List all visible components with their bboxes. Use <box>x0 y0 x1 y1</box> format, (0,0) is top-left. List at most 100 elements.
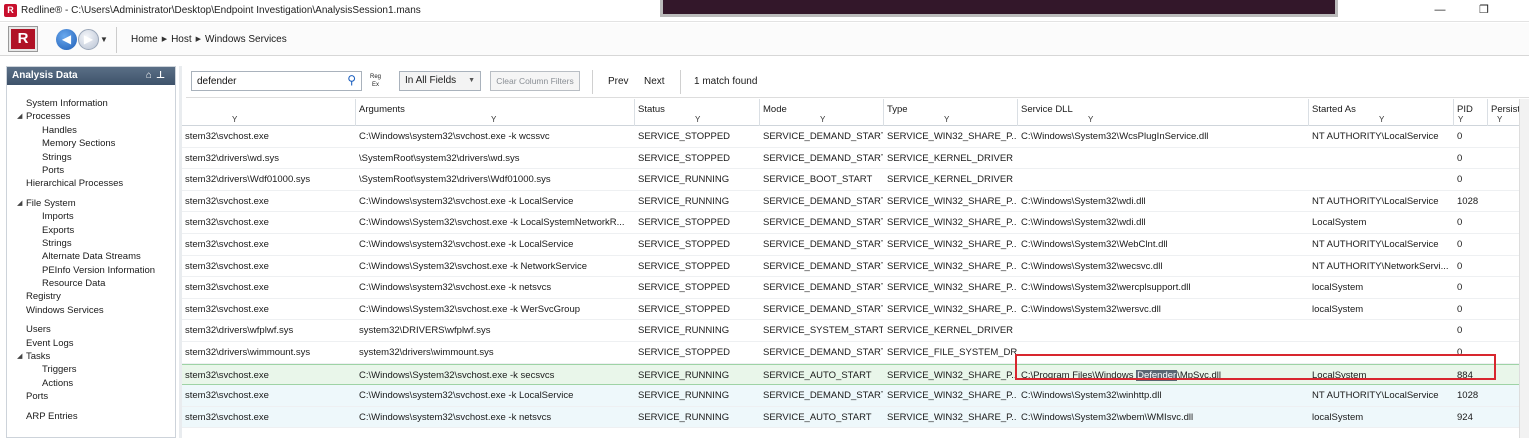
table-row[interactable]: stem32\drivers\wd.sys \SystemRoot\system3… <box>182 148 1529 170</box>
sidebar-item-arp-entries[interactable]: ARP Entries <box>7 410 175 423</box>
next-match-button[interactable]: Next <box>644 76 665 87</box>
table-cell: system32\drivers\wimmount.sys <box>359 347 494 358</box>
table-cell: C:\Windows\System32\svchost.exe -k Netwo… <box>359 260 588 272</box>
sidebar-item-label: Event Logs <box>26 337 74 349</box>
column-filter-icon[interactable]: Y <box>820 115 825 124</box>
column-header[interactable]: Type Y <box>884 99 1018 126</box>
home-icon[interactable]: ⌂ <box>146 70 156 81</box>
table-row[interactable]: stem32\drivers\wfplwf.sys system32\DRIVER… <box>182 320 1529 342</box>
expand-toggle-icon[interactable]: ◢ <box>17 110 22 123</box>
table-cell: localSystem <box>1312 282 1364 294</box>
sidebar-item-label: Processes <box>26 111 71 123</box>
table-row[interactable]: stem32\svchost.exe C:\Windows\system32\sv… <box>182 406 1529 429</box>
table-cell: localSystem <box>1312 411 1364 423</box>
breadcrumb-host[interactable]: Host <box>171 34 192 45</box>
column-filter-icon[interactable]: Y <box>1088 115 1093 124</box>
column-filter-icon[interactable]: Y <box>1497 115 1502 124</box>
sidebar-item-memory-sections[interactable]: Memory Sections <box>7 137 175 150</box>
column-filter-icon[interactable]: Y <box>944 115 949 124</box>
table-cell <box>1021 169 1308 190</box>
search-icon[interactable]: ⚲ <box>347 73 356 87</box>
search-field[interactable]: ⚲ <box>191 71 362 91</box>
sidebar-item-processes[interactable]: ◢ Processes <box>7 110 175 123</box>
column-header[interactable]: PID Y <box>1454 99 1488 126</box>
expand-toggle-icon[interactable]: ◢ <box>17 197 22 210</box>
clear-column-filters-button[interactable]: Clear Column Filters <box>490 71 580 91</box>
prev-match-button[interactable]: Prev <box>608 76 629 87</box>
redline-app-icon: R <box>4 4 17 17</box>
sidebar-item-exports[interactable]: Exports <box>7 224 175 237</box>
minimize-button[interactable]: — <box>1425 2 1455 19</box>
table-row[interactable]: stem32\svchost.exe C:\Windows\system32\sv… <box>182 277 1529 299</box>
column-filter-icon[interactable]: Y <box>491 115 496 124</box>
sidebar-item-event-logs[interactable]: Event Logs <box>7 337 175 350</box>
sidebar-item-handles[interactable]: Handles <box>7 124 175 137</box>
sidebar-item-label: PEInfo Version Information <box>42 264 156 276</box>
column-header[interactable]: Started As Y <box>1309 99 1454 126</box>
sidebar-item-strings[interactable]: Strings <box>7 237 175 250</box>
breadcrumb-windows-services[interactable]: Windows Services <box>205 34 287 45</box>
redline-logo-icon[interactable]: R <box>9 27 37 51</box>
sidebar-item-users[interactable]: Users <box>7 323 175 336</box>
table-cell: SERVICE_RUNNING <box>638 195 730 207</box>
regex-toggle[interactable]: Reg Ex <box>370 73 381 89</box>
column-filter-icon[interactable]: Y <box>1379 115 1384 124</box>
table-row[interactable]: stem32\svchost.exe C:\Windows\system32\sv… <box>182 234 1529 256</box>
column-header[interactable]: Mode Y <box>760 99 884 126</box>
sidebar-item-tasks[interactable]: ◢ Tasks <box>7 350 175 363</box>
breadcrumb-home[interactable]: Home <box>131 34 158 45</box>
table-row[interactable]: stem32\drivers\Wdf01000.sys \SystemRoot\s… <box>182 169 1529 191</box>
expand-toggle-icon[interactable]: ◢ <box>17 350 22 363</box>
history-dropdown-icon[interactable]: ▼ <box>100 35 108 44</box>
pin-icon[interactable]: ⊥ <box>156 70 169 81</box>
column-header[interactable]: Arguments Y <box>356 99 635 126</box>
field-scope-select[interactable]: In All Fields ▼ <box>399 71 481 91</box>
table-cell: SERVICE_WIN32_SHARE_P... <box>887 369 1017 381</box>
table-row[interactable]: stem32\svchost.exe C:\Windows\System32\sv… <box>182 212 1529 234</box>
table-row[interactable]: stem32\svchost.exe C:\Windows\system32\sv… <box>182 126 1529 148</box>
column-filter-icon[interactable]: Y <box>232 115 237 124</box>
sidebar-item-windows-services[interactable]: Windows Services <box>7 304 175 317</box>
table-row[interactable]: stem32\svchost.exe C:\Windows\system32\sv… <box>182 385 1529 407</box>
sidebar-item-imports[interactable]: Imports <box>7 210 175 223</box>
table-cell: C:\Windows\System32\wdi.dll <box>1021 195 1146 207</box>
table-cell: SERVICE_WIN32_SHARE_P... <box>887 217 1017 229</box>
sidebar-item-peinfo-version-information[interactable]: PEInfo Version Information <box>7 264 175 277</box>
vertical-scrollbar[interactable] <box>1519 99 1529 438</box>
table-row[interactable]: stem32\svchost.exe C:\Windows\System32\sv… <box>182 256 1529 278</box>
sidebar-item-ports[interactable]: Ports <box>7 390 175 403</box>
back-button[interactable]: ◀ <box>56 29 77 50</box>
sidebar-item-triggers[interactable]: Triggers <box>7 363 175 376</box>
sidebar-item-file-system[interactable]: ◢ File System <box>7 197 175 210</box>
services-table: Y Arguments Y Status Y Mode Y Type Y Service DLL Y… <box>182 99 1529 438</box>
sidebar-item-label: Imports <box>42 211 74 223</box>
sidebar-item-resource-data[interactable]: Resource Data <box>7 277 175 290</box>
table-cell: C:\Windows\System32\svchost.exe -k WerSv… <box>359 303 581 315</box>
column-header[interactable]: Y <box>182 99 356 126</box>
column-header-label: Mode <box>763 104 787 115</box>
table-cell: 0 <box>1457 217 1463 229</box>
table-cell: C:\Windows\system32\svchost.exe -k Local… <box>359 239 574 250</box>
sidebar-item-strings[interactable]: Strings <box>7 151 175 164</box>
column-filter-icon[interactable]: Y <box>695 115 700 124</box>
search-input[interactable] <box>192 72 332 90</box>
restore-button[interactable]: ❐ <box>1469 2 1499 19</box>
sidebar-item-system-information[interactable]: System Information <box>7 97 175 110</box>
table-row[interactable]: stem32\svchost.exe C:\Windows\System32\sv… <box>182 299 1529 321</box>
table-cell: C:\Windows\System32\WcsPlugInService.dll <box>1021 131 1209 142</box>
table-cell: stem32\svchost.exe <box>185 131 269 142</box>
column-header[interactable]: Service DLL Y <box>1018 99 1309 126</box>
column-filter-icon[interactable]: Y <box>1458 115 1463 124</box>
sidebar-item-actions[interactable]: Actions <box>7 377 175 390</box>
sidebar-item-hierarchical-processes[interactable]: Hierarchical Processes <box>7 177 175 190</box>
sidebar-item-ports[interactable]: Ports <box>7 164 175 177</box>
sidebar-item-alternate-data-streams[interactable]: Alternate Data Streams <box>7 250 175 263</box>
column-header[interactable]: Status Y <box>635 99 760 126</box>
sidebar-item-registry[interactable]: Registry <box>7 290 175 303</box>
table-row[interactable]: stem32\svchost.exe C:\Windows\system32\sv… <box>182 191 1529 213</box>
forward-button[interactable]: ▶ <box>78 29 99 50</box>
panel-title: Analysis Data <box>12 70 78 81</box>
table-cell: C:\Windows\System32\wecsvc.dll <box>1021 260 1163 272</box>
table-cell: 0 <box>1457 303 1463 315</box>
table-cell: 0 <box>1457 174 1463 186</box>
